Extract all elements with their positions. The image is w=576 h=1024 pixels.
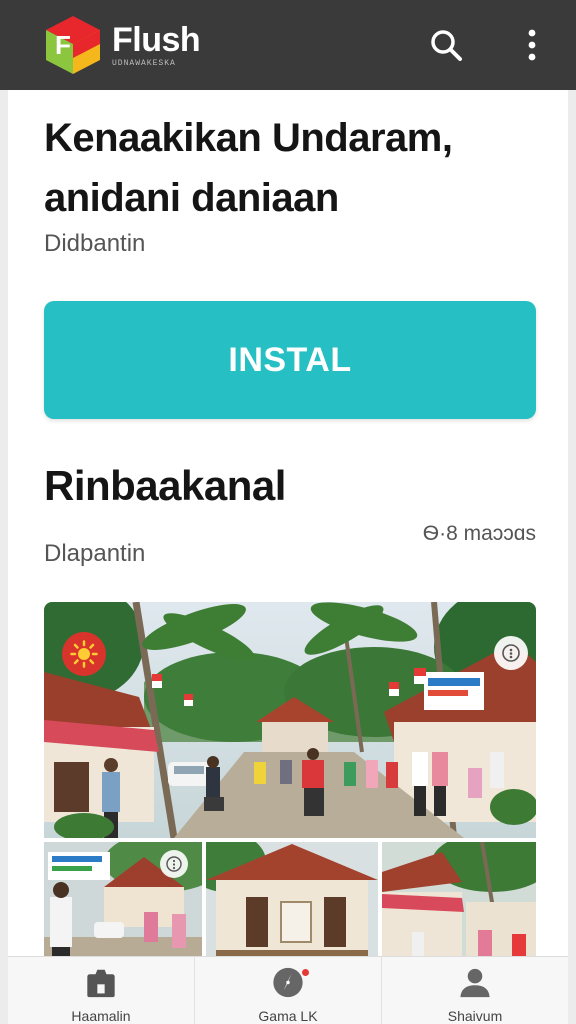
section-meta: Ѳ·8 maɔɔɑs (422, 522, 536, 545)
svg-text:F: F (55, 30, 71, 60)
gallery-thumbnail[interactable] (382, 842, 536, 956)
developer-label[interactable]: Didbantin (44, 230, 145, 258)
notification-dot (302, 969, 309, 976)
page-title: Kenaakikan Undaram, anidani daniaan (44, 116, 453, 220)
search-button[interactable] (426, 25, 466, 65)
app-logo[interactable]: F Flush UDNAWAKESKA (44, 14, 201, 76)
nav-label: Haamalin (71, 1008, 131, 1024)
bottom-navigation: Haamalin Gama LK Shaivum (8, 956, 568, 1024)
person-icon (460, 968, 490, 998)
overflow-menu-button[interactable] (512, 25, 552, 65)
screenshot-gallery (44, 602, 536, 956)
sun-flag-icon (62, 632, 106, 676)
nav-item-home[interactable]: Haamalin (8, 957, 194, 1024)
search-icon (431, 30, 462, 61)
village-street-photo (44, 602, 536, 838)
more-icon (166, 856, 182, 872)
section-title: Rinbaakanal (44, 462, 286, 509)
app-detail-card: Kenaakikan Undaram, anidani daniaan Didb… (8, 90, 568, 956)
section-subtitle: Dlapantin (44, 540, 146, 567)
house-thumbnail-photo (206, 842, 378, 956)
nav-item-games[interactable]: Gama LK (194, 957, 381, 1024)
shops-thumbnail-photo (382, 842, 536, 956)
nav-item-profile[interactable]: Shaivum (381, 957, 568, 1024)
gallery-main-photo[interactable] (44, 602, 536, 838)
logo-cube-icon: F (46, 16, 100, 74)
photo-more-button[interactable] (494, 636, 528, 670)
nav-label: Gama LK (258, 1008, 318, 1024)
gallery-thumbnail[interactable] (206, 842, 378, 956)
gallery-thumbnail[interactable] (44, 842, 202, 956)
store-icon (87, 969, 115, 998)
thumbnail-more-button[interactable] (160, 850, 188, 878)
install-button[interactable]: INSTAL (44, 301, 536, 419)
nav-label: Shaivum (447, 1008, 503, 1024)
more-icon (502, 644, 520, 662)
gallery-thumbnails (44, 842, 536, 956)
app-tagline: UDNAWAKESKA (112, 58, 176, 68)
compass-icon (273, 967, 303, 998)
app-bar: F Flush UDNAWAKESKA (0, 0, 576, 90)
app-name: Flush (112, 20, 201, 59)
more-vertical-icon (528, 29, 536, 61)
